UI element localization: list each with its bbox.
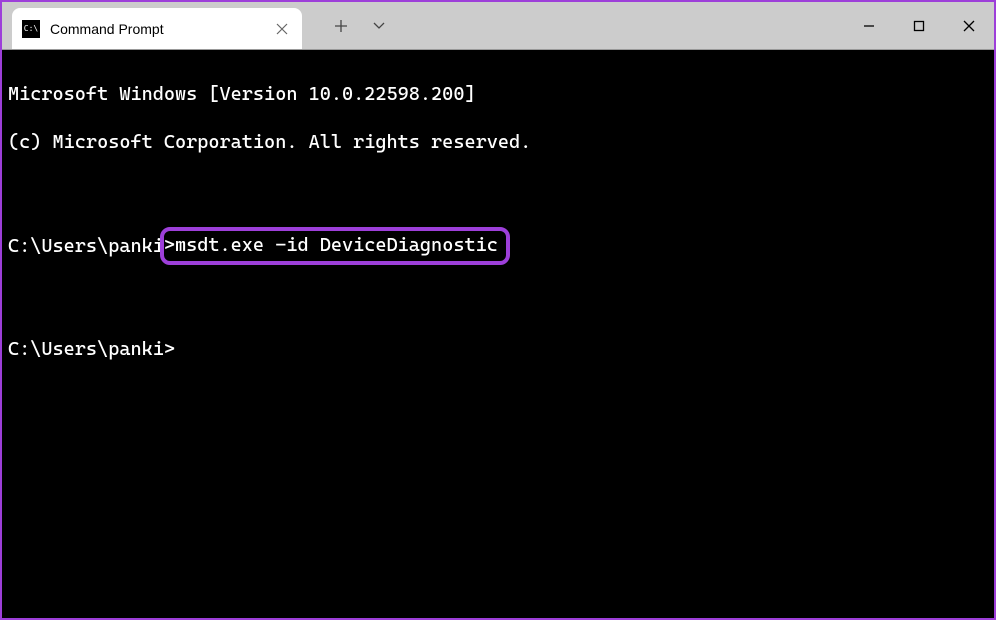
window-controls [844,2,994,49]
close-button[interactable] [944,2,994,50]
blank-line-2 [8,289,988,313]
prompt-line-2: C:\Users\panki> [8,337,988,361]
blank-line [8,179,988,203]
minimize-button[interactable] [844,2,894,50]
maximize-button[interactable] [894,2,944,50]
prompt-line-1: C:\Users\panki>msdt.exe -id DeviceDiagno… [8,227,988,265]
new-tab-button[interactable] [322,2,360,50]
prompt-prefix: C:\Users\panki [8,234,164,258]
command-prompt-icon: C:\ [22,20,40,38]
highlighted-command: >msdt.exe -id DeviceDiagnostic [160,227,510,265]
terminal-output[interactable]: Microsoft Windows [Version 10.0.22598.20… [2,50,994,618]
copyright-line: (c) Microsoft Corporation. All rights re… [8,130,988,154]
tab-dropdown-button[interactable] [360,2,398,50]
tab-actions [322,2,398,49]
tab-title: Command Prompt [50,21,272,37]
command-text: msdt.exe -id DeviceDiagnostic [175,234,498,256]
titlebar: C:\ Command Prompt [2,2,994,50]
tab-close-button[interactable] [272,19,292,39]
tab-command-prompt[interactable]: C:\ Command Prompt [12,8,302,49]
version-line: Microsoft Windows [Version 10.0.22598.20… [8,82,988,106]
